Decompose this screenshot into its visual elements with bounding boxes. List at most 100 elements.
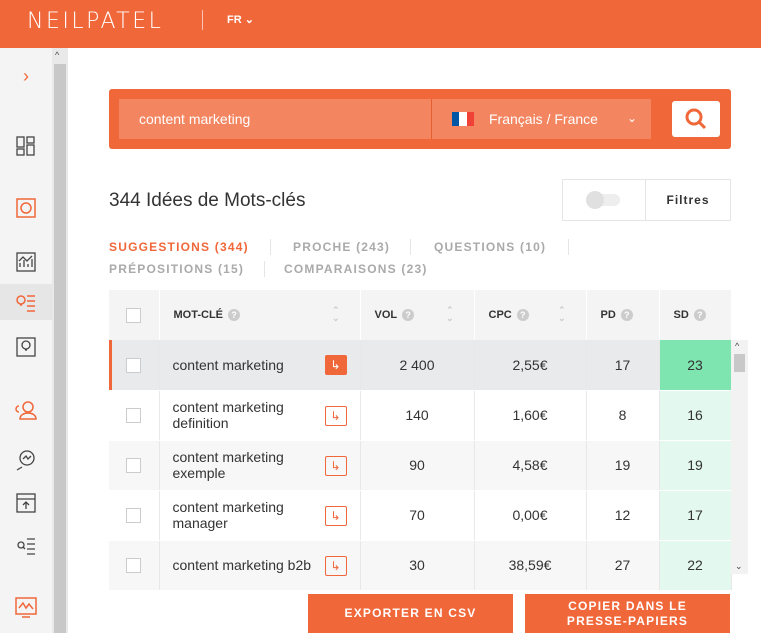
chevron-down-icon: ⌄ <box>626 111 637 125</box>
volume-cell: 30 <box>360 540 475 591</box>
keyword-text: content marketing exemple <box>172 449 284 481</box>
tab-suggestions[interactable]: SUGGESTIONS (344) <box>109 240 249 254</box>
pd-cell: 27 <box>586 540 660 591</box>
column-sd[interactable]: SD? <box>659 290 732 340</box>
select-all-checkbox[interactable] <box>126 307 142 323</box>
cpc-cell: 1,60€ <box>474 390 587 441</box>
scrollbar-thumb[interactable] <box>734 354 745 372</box>
row-checkbox[interactable] <box>126 408 142 424</box>
tab-prepositions[interactable]: PRÉPOSITIONS (15) <box>109 262 244 276</box>
tab-divider <box>568 239 569 255</box>
keyword-cell[interactable]: content marketing definition ↳ <box>159 390 361 441</box>
export-csv-button[interactable]: EXPORTER EN CSV <box>308 594 513 633</box>
tab-divider <box>410 239 411 255</box>
open-keyword-icon[interactable]: ↳ <box>324 355 347 375</box>
sd-cell: 19 <box>659 440 732 491</box>
table-scrollbar[interactable]: ^ ⌄ <box>731 340 748 574</box>
logo[interactable]: NEILPATEL <box>27 9 163 34</box>
column-label: SD <box>673 308 689 321</box>
sidebar-item-keyword-search[interactable] <box>0 528 52 564</box>
table-row[interactable]: content marketing definition ↳ 140 1,60€ … <box>109 390 732 441</box>
france-flag-icon <box>452 112 474 126</box>
table-row[interactable]: content marketing exemple ↳ 90 4,58€ 19 1… <box>109 440 732 491</box>
search-button[interactable] <box>672 101 720 137</box>
keyword-cell[interactable]: content marketing ↳ <box>159 340 361 391</box>
sidebar-item-rank-tracking[interactable] <box>0 485 52 521</box>
help-icon[interactable]: ? <box>516 309 529 322</box>
tab-comparaisons[interactable]: COMPARAISONS (23) <box>284 262 428 276</box>
volume-cell: 90 <box>360 440 475 491</box>
sidebar-item-traffic[interactable] <box>0 244 52 280</box>
column-volume[interactable]: VOL? ⌃ ⌄ <box>360 290 475 340</box>
divider <box>202 10 203 30</box>
row-checkbox[interactable] <box>126 558 142 574</box>
row-checkbox[interactable] <box>126 358 142 374</box>
scroll-up-icon[interactable]: ^ <box>735 341 739 351</box>
magnifier-chart-icon <box>16 450 35 471</box>
scroll-up-icon[interactable]: ^ <box>55 50 59 60</box>
sd-cell: 16 <box>659 390 732 441</box>
column-keyword[interactable]: MOT-CLÉ? ⌃ ⌄ <box>159 290 361 340</box>
select-all-header <box>109 290 160 340</box>
sd-cell: 23 <box>659 340 732 391</box>
language-selector[interactable]: FR ⌄ <box>227 13 254 26</box>
table-row[interactable]: content marketing manager ↳ 70 0,00€ 12 1… <box>109 490 732 541</box>
column-pd[interactable]: PD? <box>586 290 660 340</box>
toggle-switch[interactable] <box>586 191 620 209</box>
sort-icon[interactable]: ⌃ ⌄ <box>446 306 454 323</box>
cpc-cell: 4,58€ <box>474 440 587 491</box>
dashboard-icon <box>16 136 35 156</box>
sd-cell: 22 <box>659 540 732 591</box>
column-label: PD <box>600 308 616 321</box>
open-keyword-icon[interactable]: ↳ <box>324 555 347 576</box>
row-checkbox[interactable] <box>126 458 142 474</box>
open-keyword-icon[interactable]: ↳ <box>324 505 347 526</box>
sidebar-item-dashboard[interactable] <box>0 128 52 164</box>
column-cpc[interactable]: CPC? ⌃ ⌄ <box>474 290 587 340</box>
copy-clipboard-button[interactable]: COPIER DANS LE PRESSE-PAPIERS <box>525 594 730 633</box>
locale-select[interactable]: Français / France ⌄ <box>431 99 651 139</box>
help-icon[interactable]: ? <box>620 309 633 322</box>
lightbulb-icon <box>16 337 36 357</box>
chevron-down-icon: ⌄ <box>244 14 254 26</box>
keyword-cell[interactable]: content marketing manager ↳ <box>159 490 361 541</box>
keyword-text: content marketing definition <box>172 399 284 431</box>
row-select-cell <box>109 440 160 491</box>
keyword-search-input[interactable] <box>119 99 439 139</box>
keyword-cell[interactable]: content marketing b2b ↳ <box>159 540 361 591</box>
table-row[interactable]: content marketing ↳ 2 400 2,55€ 17 23 <box>109 340 732 391</box>
filters-button[interactable]: Filtres <box>645 179 731 221</box>
sidebar-item-site-audit[interactable] <box>0 442 52 478</box>
filter-toggle[interactable] <box>562 179 646 221</box>
open-keyword-icon[interactable]: ↳ <box>324 455 347 476</box>
sidebar-item-backlinks[interactable] <box>0 392 52 428</box>
sidebar-item-content-ideas[interactable] <box>0 329 52 365</box>
sd-cell: 17 <box>659 490 732 541</box>
column-label: MOT-CLÉ <box>173 308 224 321</box>
keyword-table: MOT-CLÉ? ⌃ ⌄ VOL? ⌃ ⌄ CPC? ⌃ ⌄ PD? SD? content… <box>109 290 732 591</box>
page-scrollbar[interactable]: ^ <box>52 48 68 633</box>
expand-sidebar-button[interactable]: › <box>0 58 52 94</box>
open-keyword-icon[interactable]: ↳ <box>324 405 347 426</box>
sidebar-item-keyword-ideas[interactable] <box>0 284 52 320</box>
tab-proche[interactable]: PROCHE (243) <box>293 240 390 254</box>
sort-icon[interactable]: ⌃ ⌄ <box>558 306 566 323</box>
sidebar-item-analytics[interactable] <box>0 589 52 625</box>
sort-icon[interactable]: ⌃ ⌄ <box>332 306 340 323</box>
help-icon[interactable]: ? <box>402 309 415 322</box>
row-checkbox[interactable] <box>126 508 142 524</box>
table-row[interactable]: content marketing b2b ↳ 30 38,59€ 27 22 <box>109 540 732 591</box>
site-audit-icon <box>16 198 36 218</box>
cpc-cell: 38,59€ <box>474 540 587 591</box>
users-icon <box>15 401 37 420</box>
upload-icon <box>16 493 36 513</box>
scroll-down-icon[interactable]: ⌄ <box>735 561 743 572</box>
tab-questions[interactable]: QUESTIONS (10) <box>434 240 546 254</box>
search-list-icon <box>17 538 35 555</box>
sidebar-item-overview[interactable] <box>0 190 52 226</box>
keyword-cell[interactable]: content marketing exemple ↳ <box>159 440 361 491</box>
help-icon[interactable]: ? <box>228 309 240 322</box>
scrollbar-thumb[interactable] <box>54 64 66 633</box>
cpc-cell: 0,00€ <box>474 490 587 541</box>
help-icon[interactable]: ? <box>693 309 706 322</box>
